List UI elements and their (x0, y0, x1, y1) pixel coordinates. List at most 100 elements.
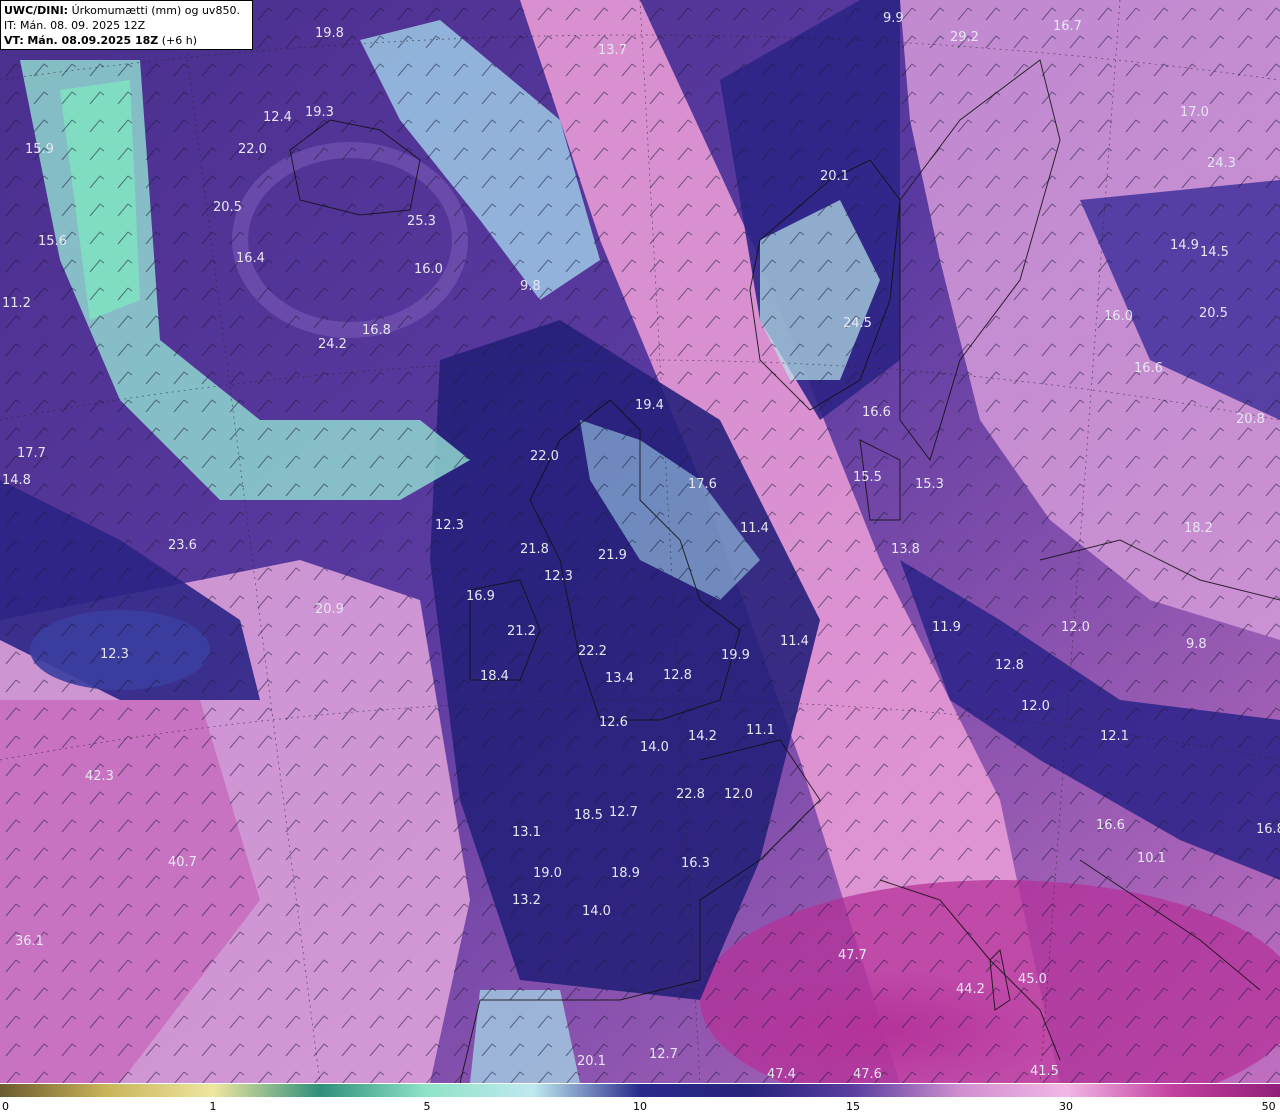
colorbar-tick-label: 0 (2, 1100, 9, 1113)
map-value-label: 16.0 (1104, 309, 1133, 324)
colorbar-tick-label: 10 (633, 1100, 647, 1113)
map-value-label: 10.1 (1137, 851, 1166, 866)
valid-prefix: VT: (4, 34, 24, 47)
map-value-label: 9.9 (883, 11, 904, 26)
map-value-label: 9.8 (1186, 637, 1207, 652)
map-value-label: 14.2 (688, 729, 717, 744)
map-value-label: 16.9 (466, 589, 495, 604)
model-name: UWC/DINI: (4, 4, 69, 17)
map-value-label: 12.8 (663, 668, 692, 683)
map-value-label: 22.2 (578, 644, 607, 659)
map-value-label: 24.5 (843, 316, 872, 331)
map-value-label: 22.0 (530, 449, 559, 464)
colorbar-tick-label: 15 (846, 1100, 860, 1113)
colorbar-tick-label: 5 (423, 1100, 431, 1113)
map-value-label: 9.8 (520, 279, 541, 294)
map-value-label: 47.6 (853, 1067, 882, 1082)
map-value-label: 18.4 (480, 669, 509, 684)
map-value-label: 11.1 (746, 723, 775, 738)
map-value-label: 13.8 (891, 542, 920, 557)
map-value-label: 21.8 (520, 542, 549, 557)
map-value-label: 17.7 (17, 446, 46, 461)
map-value-label: 14.5 (1200, 245, 1229, 260)
map-value-label: 12.3 (544, 569, 573, 584)
initial-time: IT: Mán. 08. 09. 2025 12Z (4, 19, 146, 32)
map-value-label: 24.3 (1207, 156, 1236, 171)
map-value-label: 16.7 (1053, 19, 1082, 34)
map-value-label: 11.4 (740, 521, 769, 536)
map-value-label: 24.2 (318, 337, 347, 352)
map-value-label: 16.6 (862, 405, 891, 420)
title-line: UWC/DINI: Úrkomumætti (mm) og uv850. (4, 3, 249, 18)
map-value-label: 14.9 (1170, 238, 1199, 253)
map-value-label: 19.8 (315, 26, 344, 41)
map-value-label: 20.5 (213, 200, 242, 215)
precipitable-water-field: 19.8 13.7 12.4 19.3 15.9 22.0 20.5 15.6 25.3 16.4… (0, 0, 1280, 1083)
map-value-label: 47.7 (838, 948, 867, 963)
map-value-label: 16.8 (362, 323, 391, 338)
map-value-label: 18.2 (1184, 521, 1213, 536)
map-value-label: 29.2 (950, 30, 979, 45)
map-value-label: 12.0 (1021, 699, 1050, 714)
map-value-label: 19.3 (305, 105, 334, 120)
map-value-label: 12.6 (599, 715, 628, 730)
map-info-box: UWC/DINI: Úrkomumætti (mm) og uv850. IT:… (0, 0, 253, 50)
map-value-label: 12.1 (1100, 729, 1129, 744)
map-value-label: 21.9 (598, 548, 627, 563)
map-value-label: 41.5 (1030, 1064, 1059, 1079)
map-value-label: 20.5 (1199, 306, 1228, 321)
map-value-label: 18.9 (611, 866, 640, 881)
map-value-label: 19.0 (533, 866, 562, 881)
map-value-label: 44.2 (956, 982, 985, 997)
map-value-label: 25.3 (407, 214, 436, 229)
map-value-label: 13.1 (512, 825, 541, 840)
map-value-label: 18.5 (574, 808, 603, 823)
map-value-label: 12.7 (649, 1047, 678, 1062)
map-value-label: 14.0 (640, 740, 669, 755)
map-value-label: 16.0 (414, 262, 443, 277)
parameter-name: Úrkomumætti (mm) og uv850. (71, 4, 240, 17)
colorbar-tick-label: 30 (1059, 1100, 1073, 1113)
map-value-label: 40.7 (168, 855, 197, 870)
colorbar-tick-label: 1 (209, 1100, 217, 1113)
map-value-label: 15.9 (25, 142, 54, 157)
valid-time: Mán. 08.09.2025 18Z (27, 34, 159, 47)
map-value-label: 36.1 (15, 934, 44, 949)
map-value-label: 12.8 (995, 658, 1024, 673)
colorbar-tick-label: 50 (1261, 1100, 1276, 1113)
map-value-label: 12.4 (263, 110, 292, 125)
map-value-label: 11.9 (932, 620, 961, 635)
map-value-label: 11.2 (2, 296, 31, 311)
map-value-label: 15.5 (853, 470, 882, 485)
map-value-label: 20.1 (820, 169, 849, 184)
weather-map: 19.8 13.7 12.4 19.3 15.9 22.0 20.5 15.6 25.3 16.4… (0, 0, 1280, 1083)
map-value-label: 19.9 (721, 648, 750, 663)
map-value-label: 45.0 (1018, 972, 1047, 987)
colorbar-strip (0, 1084, 1280, 1097)
map-value-label: 21.2 (507, 624, 536, 639)
map-value-label: 16.3 (681, 856, 710, 871)
map-value-label: 16.4 (236, 251, 265, 266)
map-value-label: 23.6 (168, 538, 197, 553)
valid-time-line: VT: Mán. 08.09.2025 18Z (+6 h) (4, 33, 249, 48)
map-value-label: 14.0 (582, 904, 611, 919)
map-value-label: 11.4 (780, 634, 809, 649)
map-value-label: 15.3 (915, 477, 944, 492)
map-value-label: 17.6 (688, 477, 717, 492)
map-value-label: 22.8 (676, 787, 705, 802)
map-value-label: 12.0 (1061, 620, 1090, 635)
map-value-label: 20.1 (577, 1054, 606, 1069)
map-value-label: 12.7 (609, 805, 638, 820)
map-value-label: 12.3 (435, 518, 464, 533)
map-value-label: 20.8 (1236, 412, 1265, 427)
lead-time: (+6 h) (161, 34, 198, 47)
map-value-label: 13.2 (512, 893, 541, 908)
map-value-label: 47.4 (767, 1067, 796, 1082)
map-value-label: 12.0 (724, 787, 753, 802)
map-value-label: 19.4 (635, 398, 664, 413)
map-value-label: 12.3 (100, 647, 129, 662)
map-value-label: 14.8 (2, 473, 31, 488)
map-value-label: 15.6 (38, 234, 67, 249)
map-value-label: 22.0 (238, 142, 267, 157)
colorbar: 0 1 5 10 15 30 50 (0, 1083, 1280, 1115)
